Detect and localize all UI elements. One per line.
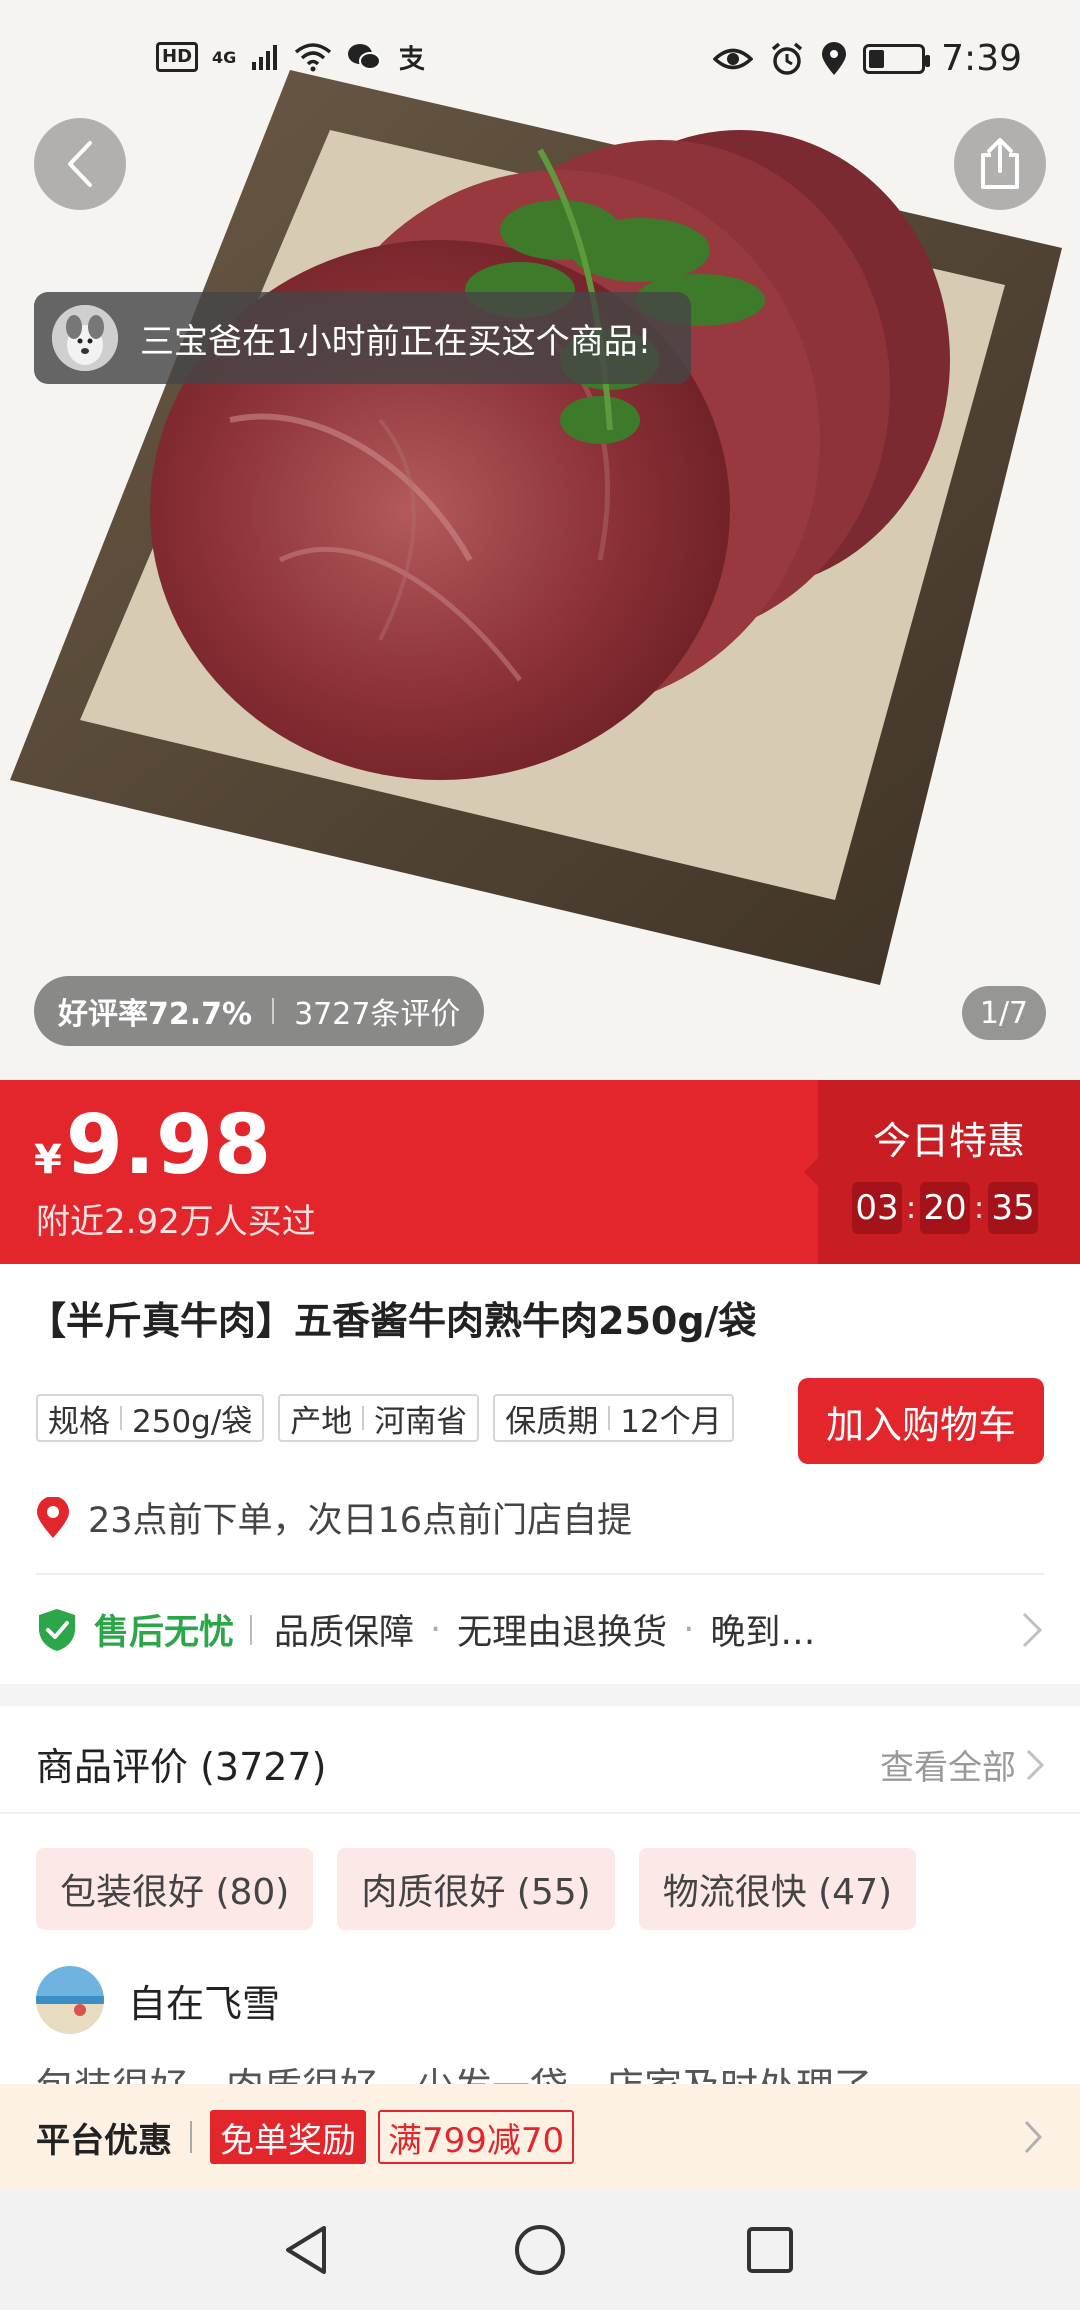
network-type: 4G	[212, 47, 237, 67]
review-text: 包装很好，肉质很好，少发一袋，店家及时处理了	[36, 2056, 872, 2086]
price-value: 9.98	[65, 1098, 273, 1193]
platform-promo-bar[interactable]: 平台优惠 免单奖励 满799减70	[0, 2084, 1080, 2190]
spec-tag-shelf-life: 保质期 12个月	[493, 1394, 734, 1442]
hd-icon: HD	[156, 42, 199, 72]
reviews-section: 商品评价 (3727) 查看全部 包装很好 (80) 肉质很好 (55) 物流很…	[0, 1706, 1080, 2086]
spec-value: 河南省	[374, 1403, 468, 1440]
back-arrow-icon	[68, 141, 92, 187]
guarantee-dot: ·	[683, 1609, 695, 1650]
clock: 7:39	[941, 38, 1022, 79]
pickup-text: 23点前下单，次日16点前门店自提	[88, 1501, 633, 1541]
battery-icon	[863, 43, 931, 74]
spec-divider	[120, 1406, 122, 1430]
spec-divider	[608, 1406, 611, 1430]
spec-tag-size: 规格 250g/袋	[36, 1394, 265, 1442]
countdown-separator: :	[905, 1190, 917, 1226]
buyer-avatar	[52, 305, 118, 371]
view-all-label: 查看全部	[880, 1748, 1016, 1788]
guarantee-item: 晚到…	[710, 1613, 816, 1653]
spec-divider	[362, 1406, 365, 1430]
promo-divider	[190, 2121, 192, 2153]
share-icon	[981, 138, 1019, 189]
location-pin-icon	[37, 1496, 69, 1538]
chevron-right-icon	[1024, 2120, 1043, 2154]
spec-value: 12个月	[620, 1403, 722, 1440]
review-tag[interactable]: 物流很快 (47)	[638, 1848, 917, 1930]
good-rating-rate: 好评率72.7%	[58, 997, 253, 1032]
countdown-separator: :	[973, 1190, 985, 1226]
spec-key: 产地	[290, 1403, 353, 1440]
product-info: 【半斤真牛肉】五香酱牛肉熟牛肉250g/袋 规格 250g/袋 产地 河南省 保…	[0, 1264, 1080, 1684]
reviewer: 自在飞雪	[36, 1966, 280, 2034]
coupon-badge: 满799减70	[378, 2110, 575, 2164]
guarantee-item: 无理由退换货	[457, 1613, 668, 1653]
buyer-toast-text: 三宝爸在1小时前正在买这个商品!	[140, 321, 652, 362]
eye-icon	[713, 48, 754, 69]
price-bar: ¥ 9.98 附近2.92万人买过 今日特惠 03 : 20 : 35	[0, 1080, 1080, 1264]
nearby-buyers: 附近2.92万人买过	[36, 1202, 316, 1242]
nav-home-icon[interactable]	[510, 2220, 570, 2280]
nav-recent-icon[interactable]	[740, 2220, 800, 2280]
spec-tag-origin: 产地 河南省	[278, 1394, 480, 1442]
guarantee-divider	[250, 1614, 253, 1645]
nav-back-icon[interactable]	[278, 2220, 338, 2280]
after-sales-guarantee[interactable]: 售后无忧 品质保障 · 无理由退换货 · 晚到…	[36, 1604, 1044, 1655]
alipay-icon	[400, 45, 425, 71]
reviews-header: 商品评价 (3727)	[36, 1745, 327, 1789]
review-tag[interactable]: 包装很好 (80)	[36, 1848, 314, 1930]
back-button[interactable]	[34, 118, 126, 210]
wechat-icon	[348, 44, 382, 70]
spec-key: 规格	[48, 1403, 110, 1440]
shield-check-icon	[39, 1608, 75, 1651]
promo-label: 平台优惠	[36, 2120, 172, 2161]
countdown-seconds: 35	[988, 1182, 1038, 1234]
guarantee-item: 品质保障	[274, 1613, 415, 1653]
avatar	[36, 1966, 104, 2034]
location-icon	[822, 41, 847, 75]
section-divider	[36, 1573, 1044, 1575]
view-all-reviews-link[interactable]: 查看全部	[880, 1740, 1046, 1789]
chevron-right-icon	[1022, 1612, 1043, 1648]
guarantee-dot: ·	[430, 1609, 442, 1650]
free-order-badge: 免单奖励	[210, 2110, 366, 2164]
reviewer-name: 自在飞雪	[128, 1981, 281, 2026]
pickup-info: 23点前下单，次日16点前门店自提	[36, 1492, 632, 1543]
signal-icon	[252, 45, 278, 70]
chevron-right-icon	[1026, 1749, 1045, 1780]
spec-tags: 规格 250g/袋 产地 河南省 保质期 12个月	[36, 1394, 734, 1442]
recent-buyer-toast: 三宝爸在1小时前正在买这个商品!	[34, 292, 692, 384]
wifi-icon	[295, 43, 332, 72]
reviews-divider	[0, 1812, 1080, 1814]
alarm-icon	[772, 42, 803, 75]
countdown-timer: 03 : 20 : 35	[852, 1182, 1038, 1234]
rating-divider	[272, 998, 275, 1024]
status-bar: HD 4G 7:39	[0, 0, 1080, 126]
review-tag-list: 包装很好 (80) 肉质很好 (55) 物流很快 (47)	[36, 1848, 917, 1930]
countdown-minutes: 20	[920, 1182, 970, 1234]
price: ¥ 9.98	[34, 1098, 272, 1193]
spec-key: 保质期	[505, 1403, 599, 1440]
system-navigation-bar	[0, 2190, 1080, 2310]
countdown-hours: 03	[852, 1182, 902, 1234]
image-page-indicator: 1/7	[962, 986, 1046, 1040]
spec-value: 250g/袋	[132, 1403, 253, 1440]
currency-symbol: ¥	[34, 1137, 62, 1183]
rating-summary[interactable]: 好评率72.7% 3727条评价	[34, 976, 485, 1046]
product-photo	[0, 0, 1080, 1080]
review-tag[interactable]: 肉质很好 (55)	[337, 1848, 615, 1930]
share-button[interactable]	[954, 118, 1046, 210]
review-count: 3727条评价	[294, 997, 461, 1032]
daily-deal-box: 今日特惠 03 : 20 : 35	[804, 1080, 1080, 1264]
daily-deal-label: 今日特惠	[872, 1119, 1025, 1163]
product-title: 【半斤真牛肉】五香酱牛肉熟牛肉250g/袋	[28, 1299, 757, 1343]
product-image-gallery[interactable]: HD 4G 7:39 三宝爸在1小时前正在买这个商品! 好评率72.7% 372…	[0, 0, 1080, 1080]
add-to-cart-button[interactable]: 加入购物车	[798, 1378, 1044, 1464]
guarantee-title: 售后无忧	[94, 1613, 235, 1653]
